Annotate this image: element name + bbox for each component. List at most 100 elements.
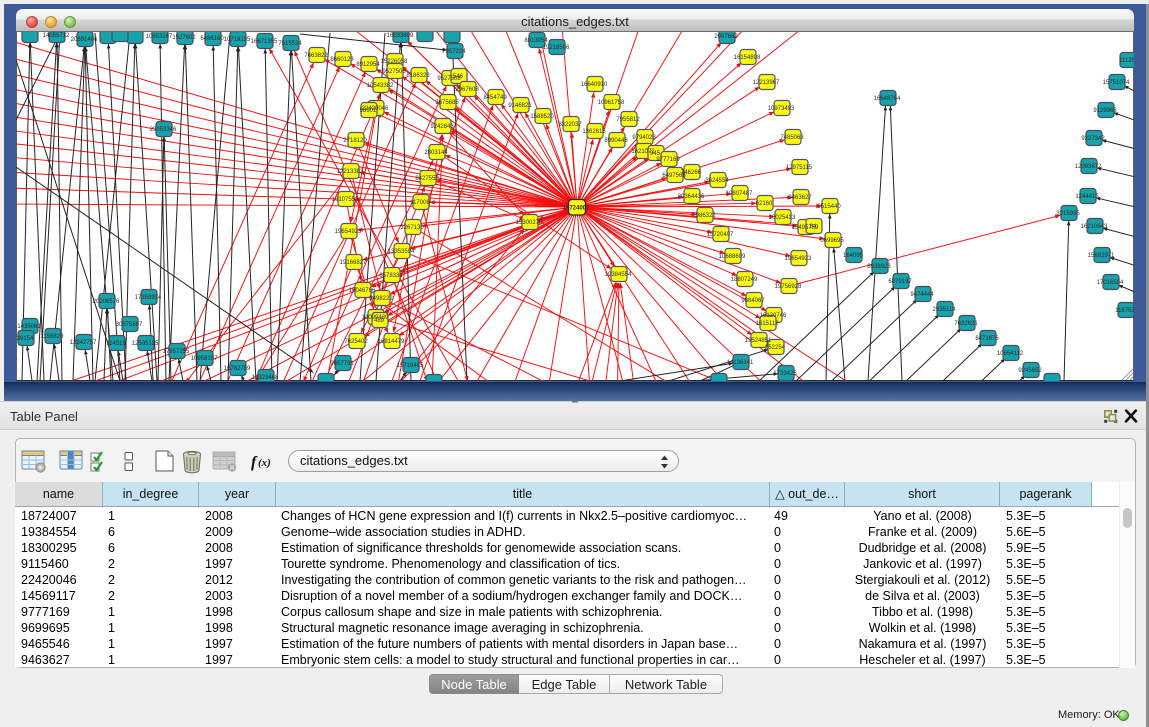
svg-text:16671355: 16671355: [251, 39, 278, 45]
svg-text:12213383: 12213383: [337, 169, 364, 175]
svg-text:15692971: 15692971: [1088, 253, 1115, 259]
svg-text:16648764: 16648764: [874, 96, 901, 102]
svg-text:16033809: 16033809: [387, 33, 414, 39]
svg-text:9657791: 9657791: [330, 361, 354, 367]
svg-text:10807487: 10807487: [726, 191, 753, 197]
svg-text:9794028: 9794028: [632, 135, 656, 141]
svg-text:3267130: 3267130: [400, 225, 424, 231]
svg-text:8990448: 8990448: [604, 138, 628, 144]
svg-text:7986322: 7986322: [692, 213, 716, 219]
svg-text:1588520: 1588520: [530, 114, 554, 120]
svg-text:19756928: 19756928: [775, 284, 802, 290]
svg-text:10719155: 10719155: [224, 37, 251, 43]
svg-text:117006: 117006: [410, 200, 430, 206]
svg-text:8471676: 8471676: [975, 336, 999, 342]
svg-text:19166827: 19166827: [340, 260, 367, 266]
svg-text:9146821: 9146821: [508, 103, 532, 109]
svg-text:9884067: 9884067: [741, 298, 765, 304]
svg-text:19654923: 19654923: [785, 256, 812, 262]
svg-text:9474444: 9474444: [910, 292, 934, 298]
svg-text:18807249: 18807249: [731, 277, 758, 283]
svg-text:15226058: 15226058: [381, 59, 408, 65]
svg-text:3624554: 3624554: [705, 178, 729, 184]
svg-text:30975887: 30975887: [116, 322, 143, 328]
svg-text:16046766: 16046766: [349, 288, 376, 294]
svg-text:10973493: 10973493: [768, 106, 795, 112]
svg-text:10543382: 10543382: [367, 83, 394, 89]
svg-text:18724007: 18724007: [563, 206, 590, 212]
svg-text:14136141: 14136141: [727, 360, 754, 366]
svg-text:9129966: 9129966: [1093, 108, 1117, 114]
svg-text:2803144: 2803144: [424, 150, 448, 156]
svg-text:10654112: 10654112: [997, 351, 1024, 357]
svg-text:1733426: 1733426: [773, 371, 797, 377]
svg-text:20364436: 20364436: [678, 194, 705, 200]
svg-text:2718120: 2718120: [343, 138, 367, 144]
svg-text:6466160: 6466160: [200, 36, 224, 42]
svg-text:16914479: 16914479: [378, 339, 405, 345]
svg-text:164095: 164095: [843, 253, 864, 259]
svg-text:12093872: 12093872: [1075, 164, 1102, 170]
svg-text:9463627: 9463627: [788, 195, 812, 201]
svg-text:9527506: 9527506: [382, 69, 406, 75]
svg-text:20206576: 20206576: [93, 299, 120, 305]
svg-text:9242843: 9242843: [430, 124, 454, 130]
svg-text:14055712: 14055712: [43, 33, 70, 39]
svg-text:17359934: 17359934: [135, 295, 162, 301]
svg-text:7663822: 7663822: [304, 53, 328, 59]
svg-text:9245652: 9245652: [1018, 368, 1042, 374]
svg-text:10958107: 10958107: [191, 356, 218, 362]
svg-text:16640910: 16640910: [581, 82, 608, 88]
svg-text:1615112: 1615112: [756, 321, 780, 327]
svg-text:10107553: 10107553: [332, 197, 359, 203]
svg-text:20691406: 20691406: [71, 37, 98, 43]
svg-text:(x): (x): [258, 457, 271, 469]
svg-text:12975115: 12975115: [786, 165, 813, 171]
svg-text:1435061: 1435061: [17, 324, 41, 330]
svg-text:16154808: 16154808: [734, 55, 761, 61]
svg-text:0699695: 0699695: [820, 238, 844, 244]
svg-text:19218506: 19218506: [543, 45, 570, 51]
svg-text:3498222: 3498222: [369, 296, 393, 302]
svg-text:8454749: 8454749: [483, 95, 507, 101]
svg-text:84: 84: [810, 224, 817, 230]
svg-text:15751074: 15751074: [1103, 80, 1130, 86]
svg-text:9515440: 9515440: [817, 204, 841, 210]
svg-text:15300275: 15300275: [516, 220, 543, 226]
svg-text:8578334: 8578334: [379, 273, 403, 279]
svg-text:10653267: 10653267: [146, 34, 173, 40]
svg-text:13524851: 13524851: [745, 338, 772, 344]
svg-text:8427552: 8427552: [415, 176, 439, 182]
svg-text:19384554: 19384554: [605, 272, 632, 278]
svg-text:114519: 114519: [106, 341, 126, 347]
svg-text:3675685: 3675685: [435, 100, 459, 106]
svg-text:6497568: 6497568: [662, 173, 686, 179]
svg-text:7515524: 7515524: [278, 41, 302, 47]
svg-text:11125: 11125: [1119, 58, 1134, 64]
svg-text:546: 546: [453, 74, 464, 80]
svg-text:13353594: 13353594: [388, 249, 415, 255]
svg-text:7357224: 7357224: [442, 49, 466, 55]
svg-text:f: f: [251, 454, 258, 471]
svg-text:9227342: 9227342: [1081, 136, 1105, 142]
svg-text:2967608: 2967608: [455, 87, 479, 93]
svg-text:7485063: 7485063: [780, 135, 804, 141]
svg-text:12213967: 12213967: [753, 80, 780, 86]
svg-text:7625402: 7625402: [344, 339, 368, 345]
svg-text:10025433: 10025433: [769, 215, 796, 221]
svg-text:15720407: 15720407: [707, 232, 734, 238]
svg-text:9777169: 9777169: [656, 157, 680, 163]
svg-text:39154: 39154: [17, 336, 34, 342]
svg-text:3215955: 3215955: [1056, 211, 1080, 217]
svg-text:1156829: 1156829: [41, 334, 65, 340]
svg-text:16210643: 16210643: [1081, 224, 1108, 230]
svg-text:19654923: 19654923: [335, 229, 362, 235]
svg-text:98901: 98901: [360, 108, 377, 114]
svg-text:8322037: 8322037: [558, 122, 582, 128]
svg-text:12323468: 12323468: [252, 375, 279, 381]
svg-text:10688609: 10688609: [719, 254, 746, 260]
svg-text:17957255: 17957255: [163, 349, 190, 355]
svg-text:2935114: 2935114: [933, 307, 957, 313]
svg-text:29053346: 29053346: [150, 127, 177, 133]
svg-text:8660123: 8660123: [330, 57, 354, 63]
